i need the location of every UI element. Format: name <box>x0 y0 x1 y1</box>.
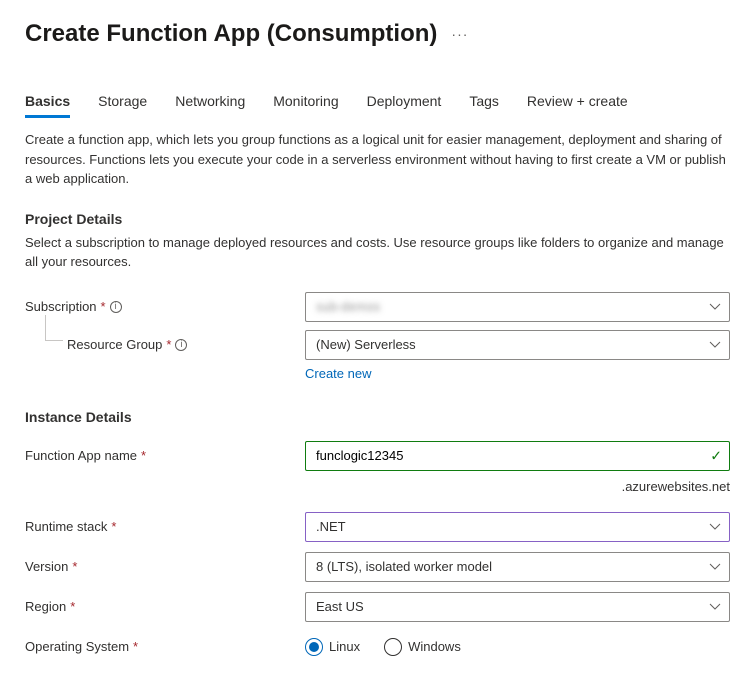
tab-review-create[interactable]: Review + create <box>527 93 628 118</box>
version-label: Version * <box>25 559 305 574</box>
required-asterisk: * <box>166 337 171 352</box>
os-radio-windows[interactable]: Windows <box>384 638 461 656</box>
tab-basics[interactable]: Basics <box>25 93 70 118</box>
required-asterisk: * <box>141 448 146 463</box>
required-asterisk: * <box>111 519 116 534</box>
tab-networking[interactable]: Networking <box>175 93 245 118</box>
more-actions-icon[interactable]: ··· <box>451 26 468 42</box>
info-icon[interactable]: i <box>110 301 122 313</box>
intro-text: Create a function app, which lets you gr… <box>25 130 730 189</box>
tab-bar: Basics Storage Networking Monitoring Dep… <box>25 93 730 118</box>
info-icon[interactable]: i <box>175 339 187 351</box>
chevron-down-icon <box>709 303 721 311</box>
radio-icon <box>305 638 323 656</box>
os-radio-linux-label: Linux <box>329 639 360 654</box>
runtime-select[interactable]: .NET <box>305 512 730 542</box>
tab-storage[interactable]: Storage <box>98 93 147 118</box>
tree-line <box>45 315 63 341</box>
os-radio-windows-label: Windows <box>408 639 461 654</box>
os-label: Operating System * <box>25 639 305 654</box>
app-name-input[interactable] <box>305 441 730 471</box>
app-name-label: Function App name * <box>25 448 305 463</box>
required-asterisk: * <box>133 639 138 654</box>
section-project-desc: Select a subscription to manage deployed… <box>25 233 730 272</box>
section-instance-title: Instance Details <box>25 409 730 425</box>
resource-group-label: Resource Group * i <box>25 337 305 352</box>
region-select[interactable]: East US <box>305 592 730 622</box>
section-project-title: Project Details <box>25 211 730 227</box>
runtime-label: Runtime stack * <box>25 519 305 534</box>
chevron-down-icon <box>709 341 721 349</box>
tab-deployment[interactable]: Deployment <box>367 93 442 118</box>
subscription-label: Subscription * i <box>25 299 305 314</box>
version-select[interactable]: 8 (LTS), isolated worker model <box>305 552 730 582</box>
valid-check-icon: ✓ <box>710 447 722 464</box>
required-asterisk: * <box>70 599 75 614</box>
radio-icon <box>384 638 402 656</box>
tab-monitoring[interactable]: Monitoring <box>273 93 338 118</box>
create-new-link[interactable]: Create new <box>305 366 371 381</box>
domain-suffix: .azurewebsites.net <box>622 479 730 494</box>
required-asterisk: * <box>101 299 106 314</box>
os-radio-group: Linux Windows <box>305 638 730 656</box>
chevron-down-icon <box>709 603 721 611</box>
subscription-select[interactable]: sub-demos <box>305 292 730 322</box>
chevron-down-icon <box>709 523 721 531</box>
os-radio-linux[interactable]: Linux <box>305 638 360 656</box>
region-label: Region * <box>25 599 305 614</box>
required-asterisk: * <box>72 559 77 574</box>
chevron-down-icon <box>709 563 721 571</box>
resource-group-select[interactable]: (New) Serverless <box>305 330 730 360</box>
page-title: Create Function App (Consumption) <box>25 20 437 48</box>
tab-tags[interactable]: Tags <box>469 93 499 118</box>
